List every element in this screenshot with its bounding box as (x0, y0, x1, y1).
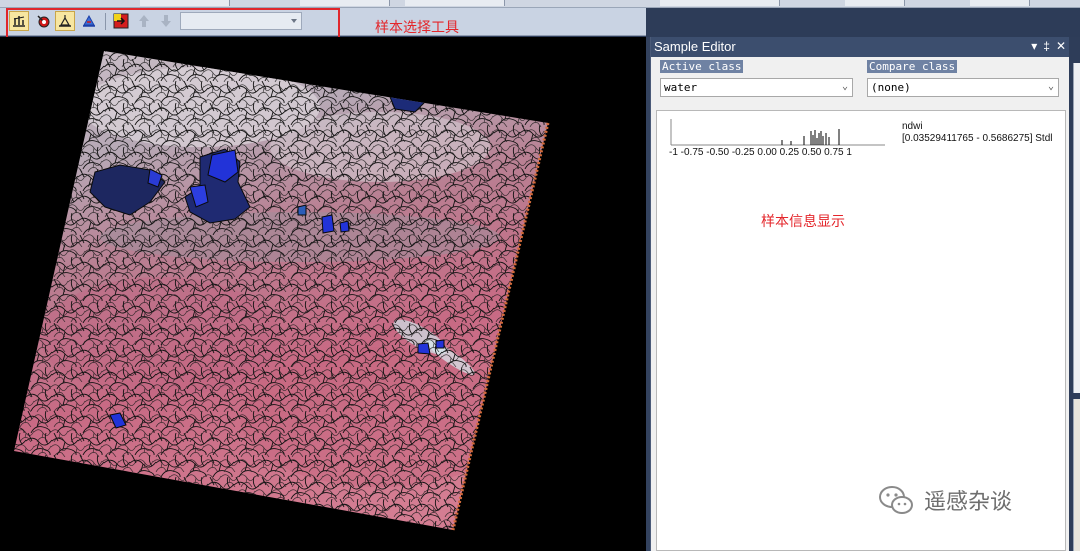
compare-class-label: Compare class (867, 60, 958, 73)
watermark: 遥感杂谈 (878, 484, 1012, 516)
pin-icon[interactable]: ‡ (1043, 39, 1050, 53)
info-annotation: 样本信息显示 (761, 214, 845, 230)
panel-title: Sample Editor (654, 39, 736, 54)
sample-editor-panel: Sample Editor ▾ ‡ ✕ Active class water ⌄… (650, 37, 1070, 551)
toolbar-annotation: 样本选择工具 (375, 20, 459, 36)
compare-class-value: (none) (871, 81, 911, 94)
water-sample (321, 214, 335, 234)
compare-class-select[interactable]: (none) ⌄ (867, 78, 1059, 97)
water-sample (435, 339, 445, 349)
right-dock-strip (1069, 37, 1080, 551)
chevron-down-icon: ⌄ (1047, 81, 1054, 92)
active-class-value: water (664, 81, 698, 94)
map-view[interactable] (0, 37, 646, 551)
wechat-icon (879, 486, 913, 514)
sample-editor-title-bar: Sample Editor ▾ ‡ ✕ (651, 37, 1070, 57)
chevron-down-icon: ⌄ (841, 81, 848, 92)
sample-editor-body: Active class water ⌄ Compare class (none… (651, 57, 1070, 551)
segmented-image (14, 51, 550, 531)
ecognition-window: 样本选择工具 Sample Editor ▾ ‡ ✕ Active class … (0, 0, 1080, 551)
water-sample (297, 204, 307, 216)
close-icon[interactable]: ✕ (1056, 39, 1066, 53)
active-class-select[interactable]: water ⌄ (660, 78, 853, 97)
top-toolbar-strip (0, 0, 1080, 8)
watermark-text: 遥感杂谈 (924, 490, 1013, 515)
water-sample (417, 342, 431, 355)
histogram-bars (781, 129, 840, 145)
active-class-label: Active class (660, 60, 744, 73)
histogram-range: [0.03529411765 - 0.5686275] Stdl (902, 133, 1053, 144)
histogram-feature-name: ndwi (902, 121, 923, 132)
right-dock-pane (1073, 63, 1080, 393)
ndwi-histogram (670, 119, 885, 146)
water-sample (339, 220, 350, 233)
right-dock-pane (1073, 399, 1080, 551)
panel-menu-button[interactable]: ▾ (1031, 39, 1037, 53)
histogram-tick-labels: -1 -0.75 -0.50 -0.25 0.00 0.25 0.50 0.75… (669, 147, 852, 158)
